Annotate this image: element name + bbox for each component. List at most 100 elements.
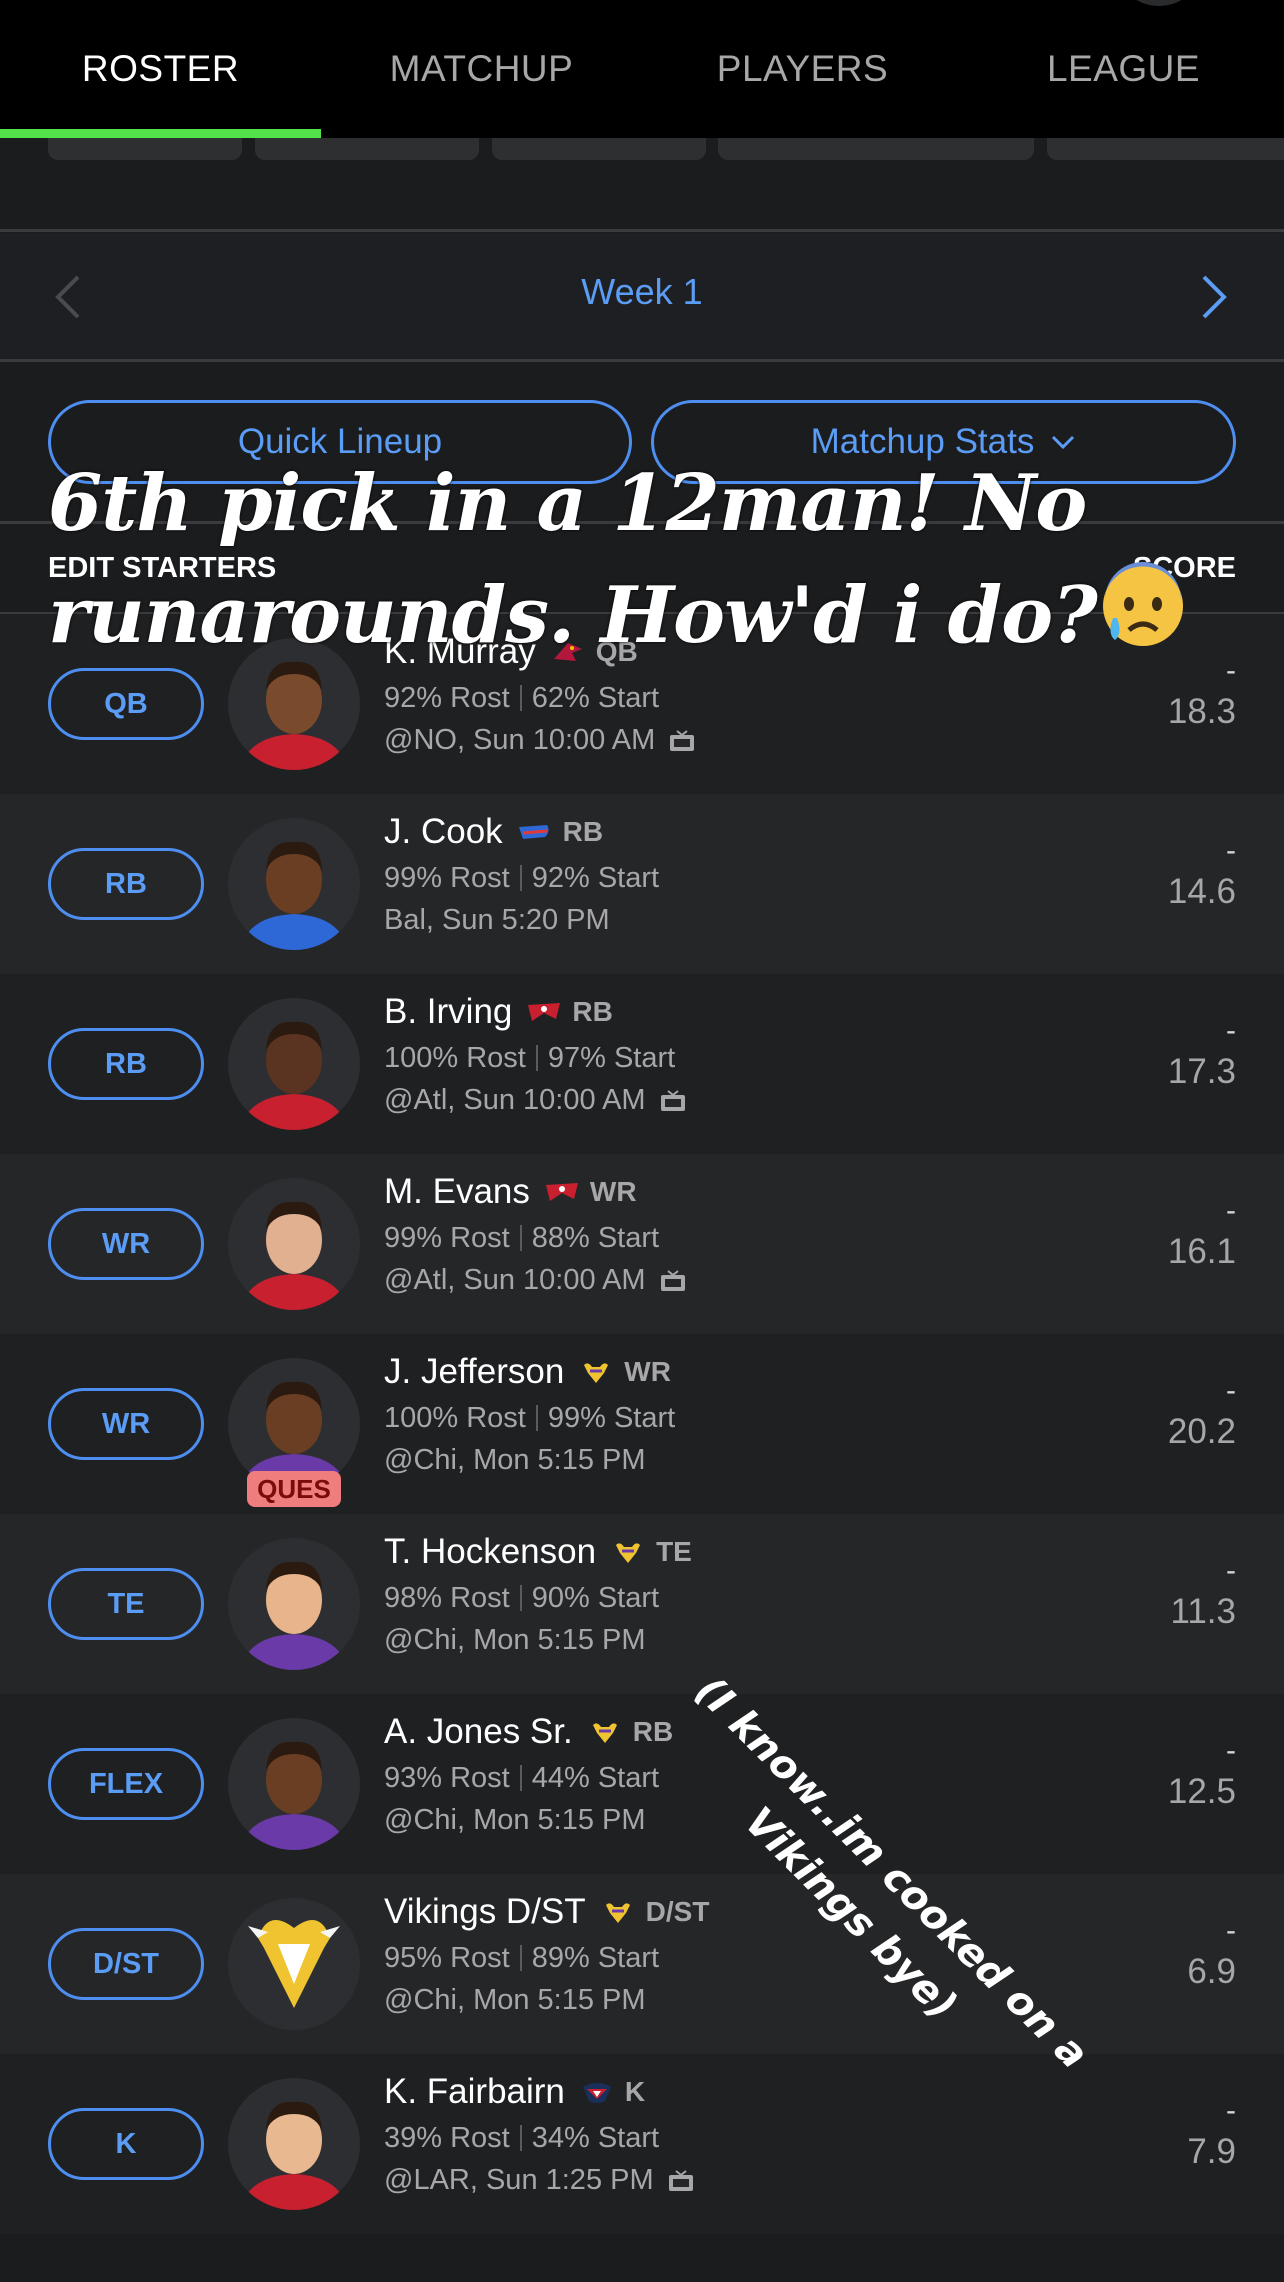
game-info: @NO, Sun 10:00 AM	[384, 724, 695, 757]
game-time: @Chi, Mon 5:15 PM	[384, 1624, 646, 1656]
divider	[0, 359, 1284, 362]
roster-row[interactable]: WR M. Evans WR 99% Rost 88% Start @Atl, Sun 1…	[0, 1154, 1284, 1334]
game-info: @Chi, Mon 5:15 PM	[384, 1624, 646, 1657]
player-position: WR	[624, 1356, 671, 1387]
actual-score: -	[1226, 1554, 1236, 1587]
player-name[interactable]: B. Irving	[384, 992, 512, 1032]
game-info: @LAR, Sun 1:25 PM	[384, 2164, 694, 2197]
rostered-pct: 95% Rost	[384, 1942, 510, 1974]
chip[interactable]	[718, 138, 1034, 160]
game-info: @Atl, Sun 10:00 AM	[384, 1084, 686, 1117]
vikings-icon	[605, 1903, 630, 1923]
player-name[interactable]: K. Fairbairn	[384, 2072, 565, 2112]
divider	[519, 1585, 522, 1611]
roster-row[interactable]: D/ST Vikings D/ST D/ST 95% Rost 89% Start @Ch…	[0, 1874, 1284, 2054]
player-name-line[interactable]: T. Hockenson TE	[384, 1532, 692, 1572]
player-name-line[interactable]: Vikings D/ST D/ST	[384, 1892, 709, 1932]
started-pct: 62% Start	[531, 682, 660, 714]
rostered-pct: 39% Rost	[384, 2122, 510, 2154]
game-info: @Chi, Mon 5:15 PM	[384, 1804, 646, 1837]
divider	[519, 865, 522, 891]
week-label[interactable]: Week 1	[0, 271, 1284, 313]
player-name-line[interactable]: J. Jefferson WR	[384, 1352, 671, 1392]
lineup-slot-button[interactable]: RB	[48, 848, 204, 920]
player-position: K	[624, 2076, 646, 2107]
projected-score: 11.3	[1170, 1592, 1236, 1631]
chip[interactable]	[255, 138, 479, 160]
chip[interactable]	[492, 138, 706, 160]
game-time: Bal, Sun 5:20 PM	[384, 904, 610, 936]
rostered-pct: 98% Rost	[384, 1582, 510, 1614]
player-position: TE	[656, 1536, 692, 1567]
lineup-slot-button[interactable]: WR	[48, 1388, 204, 1460]
tv-broadcast-icon	[660, 1269, 685, 1291]
player-name[interactable]: A. Jones Sr.	[384, 1712, 573, 1752]
projected-score: 18.3	[1167, 692, 1236, 731]
overlay-caption-text: 6th pick in a 12man! No runarounds. How'…	[48, 458, 1098, 661]
actual-score: -	[1226, 1734, 1236, 1767]
chevron-right-icon[interactable]	[1188, 269, 1238, 325]
lineup-slot-button[interactable]: RB	[48, 1028, 204, 1100]
started-pct: 99% Start	[547, 1402, 676, 1434]
player-headshot[interactable]	[228, 998, 360, 1130]
divider	[519, 1765, 522, 1791]
top-tab-bar: ROSTER MATCHUP PLAYERS LEAGUE	[0, 0, 1284, 138]
lineup-slot-button[interactable]: QB	[48, 668, 204, 740]
game-time: @NO, Sun 10:00 AM	[384, 724, 656, 756]
rostered-pct: 99% Rost	[384, 862, 510, 894]
vikings-icon	[592, 1723, 617, 1743]
player-headshot[interactable]	[228, 1718, 360, 1850]
player-name-line[interactable]: K. Fairbairn K	[384, 2072, 645, 2112]
game-time: @Atl, Sun 10:00 AM	[384, 1264, 646, 1296]
projected-score: 17.3	[1167, 1052, 1236, 1091]
lineup-slot-button[interactable]: FLEX	[48, 1748, 204, 1820]
projected-score: 6.9	[1187, 1952, 1236, 1991]
game-info: Bal, Sun 5:20 PM	[384, 904, 610, 937]
player-name[interactable]: Vikings D/ST	[384, 1892, 586, 1932]
ownership-line: 98% Rost 90% Start	[384, 1582, 659, 1615]
player-name-line[interactable]: M. Evans WR	[384, 1172, 637, 1212]
player-name[interactable]: M. Evans	[384, 1172, 530, 1212]
started-pct: 34% Start	[531, 2122, 660, 2154]
projected-score: 16.1	[1167, 1232, 1236, 1271]
started-pct: 92% Start	[531, 862, 660, 894]
ownership-line: 95% Rost 89% Start	[384, 1942, 659, 1975]
player-headshot[interactable]	[228, 1898, 360, 2030]
game-time: @Chi, Mon 5:15 PM	[384, 1984, 646, 2016]
player-headshot[interactable]	[228, 1178, 360, 1310]
roster-row[interactable]: RB J. Cook RB 99% Rost 92% Start Bal, Sun 5:2…	[0, 794, 1284, 974]
tab-matchup[interactable]: MATCHUP	[321, 0, 642, 138]
actual-score: -	[1226, 1194, 1236, 1227]
chip[interactable]	[1047, 138, 1284, 160]
player-position: WR	[589, 1176, 637, 1207]
roster-row[interactable]: TE T. Hockenson TE 98% Rost 90% Start @Chi, M…	[0, 1514, 1284, 1694]
player-headshot[interactable]	[228, 1538, 360, 1670]
bills-icon	[518, 825, 549, 839]
game-time: @Chi, Mon 5:15 PM	[384, 1804, 646, 1836]
tab-players[interactable]: PLAYERS	[642, 0, 963, 138]
roster-row[interactable]: WR QUES J. Jefferson WR 100% Rost 99% Start @C…	[0, 1334, 1284, 1514]
player-name-line[interactable]: B. Irving RB	[384, 992, 613, 1032]
player-headshot[interactable]	[228, 818, 360, 950]
chip[interactable]	[48, 138, 242, 160]
player-position: D/ST	[645, 1896, 710, 1927]
roster-row[interactable]: RB B. Irving RB 100% Rost 97% Start @Atl, Sun…	[0, 974, 1284, 1154]
actual-score: -	[1226, 834, 1236, 867]
player-position: RB	[562, 816, 604, 847]
lineup-slot-button[interactable]: K	[48, 2108, 204, 2180]
actual-score: -	[1226, 1374, 1236, 1407]
player-name[interactable]: J. Cook	[384, 812, 503, 852]
player-name-line[interactable]: J. Cook RB	[384, 812, 603, 852]
lineup-slot-button[interactable]: WR	[48, 1208, 204, 1280]
tab-roster[interactable]: ROSTER	[0, 0, 321, 138]
actual-score: -	[1226, 1914, 1236, 1947]
player-name[interactable]: J. Jefferson	[384, 1352, 564, 1392]
player-name[interactable]: T. Hockenson	[384, 1532, 596, 1572]
lineup-slot-button[interactable]: D/ST	[48, 1928, 204, 2000]
actual-score: -	[1226, 1014, 1236, 1047]
tab-league[interactable]: LEAGUE	[963, 0, 1284, 138]
player-headshot[interactable]	[228, 2078, 360, 2210]
texans-icon	[582, 2083, 611, 2103]
started-pct: 97% Start	[547, 1042, 676, 1074]
lineup-slot-button[interactable]: TE	[48, 1568, 204, 1640]
